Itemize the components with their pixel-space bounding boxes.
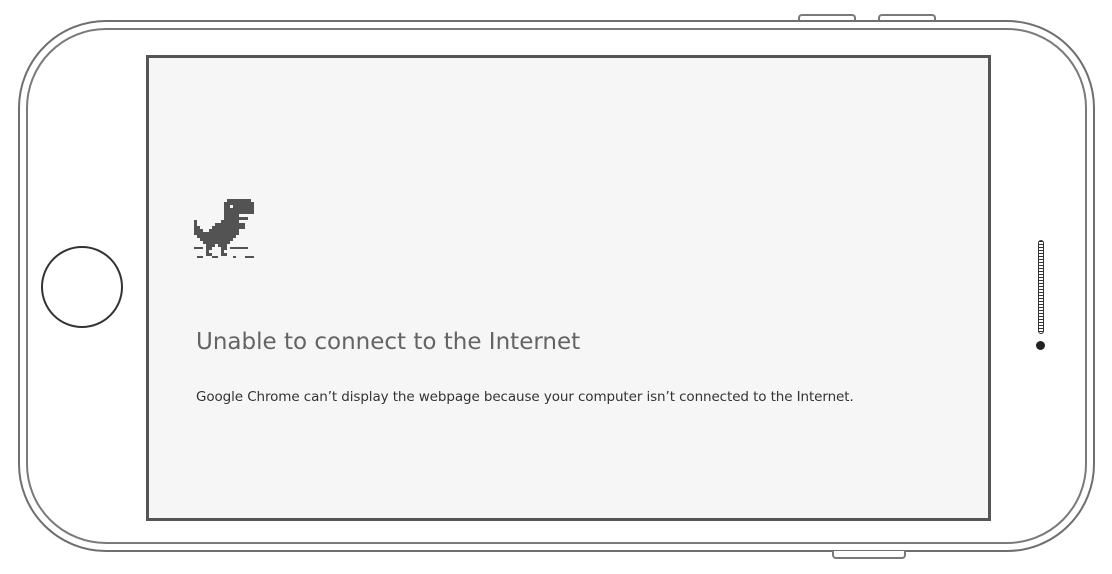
power-button	[832, 551, 906, 559]
home-button[interactable]	[41, 246, 123, 328]
device-mockup: Unable to connect to the Internet Google…	[0, 0, 1112, 574]
offline-dino-icon	[194, 199, 254, 258]
error-message: Google Chrome can’t display the webpage …	[196, 389, 854, 405]
browser-screen: Unable to connect to the Internet Google…	[146, 55, 991, 521]
speaker-grille	[1038, 240, 1044, 334]
error-title: Unable to connect to the Internet	[196, 329, 581, 355]
front-camera	[1036, 341, 1045, 350]
